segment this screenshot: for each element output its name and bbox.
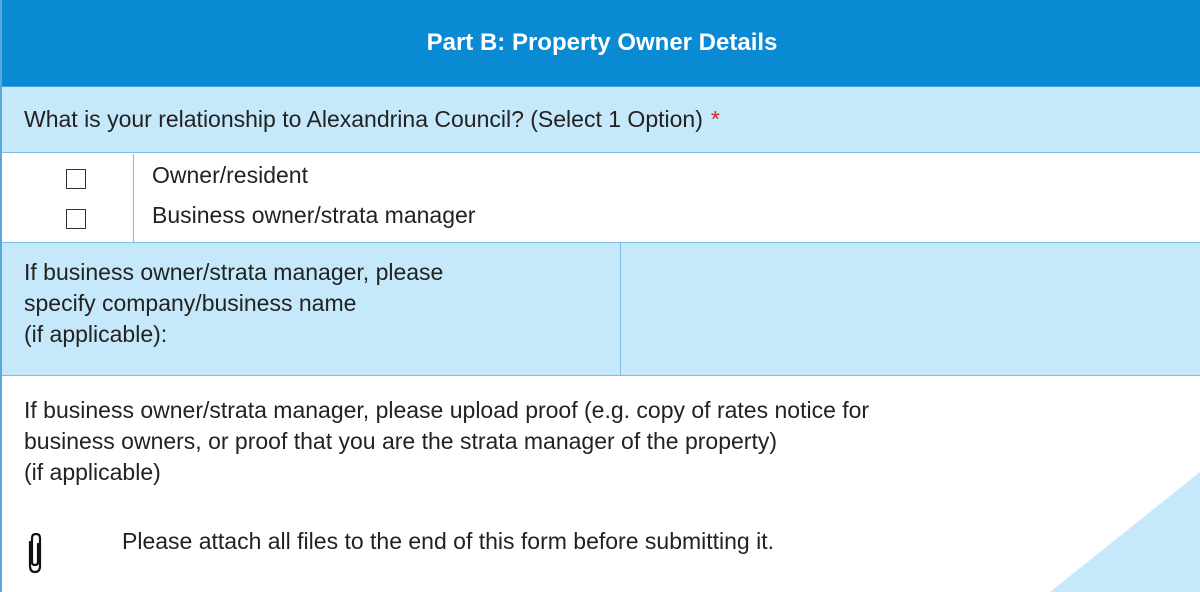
required-asterisk: * — [710, 106, 720, 132]
business-owner-checkbox[interactable] — [66, 209, 86, 229]
company-label-line3: (if applicable): — [24, 321, 168, 347]
owner-resident-label: Owner/resident — [152, 162, 308, 188]
section-header: Part B: Property Owner Details — [2, 0, 1200, 87]
company-label-line2: specify company/business name — [24, 290, 357, 316]
property-owner-form: Part B: Property Owner Details What is y… — [0, 0, 1200, 592]
owner-resident-checkbox[interactable] — [66, 169, 86, 189]
upload-line1: If business owner/strata manager, please… — [24, 397, 870, 423]
attachment-note-text: Please attach all files to the end of th… — [122, 528, 775, 554]
company-name-row: If business owner/strata manager, please… — [2, 243, 1200, 376]
upload-line2: business owners, or proof that you are t… — [24, 428, 778, 454]
company-name-label: If business owner/strata manager, please… — [24, 257, 614, 350]
business-owner-label: Business owner/strata manager — [152, 202, 476, 228]
relationship-question: What is your relationship to Alexandrina… — [2, 87, 1200, 153]
paperclip-icon — [28, 532, 42, 574]
question-text: What is your relationship to Alexandrina… — [24, 106, 703, 132]
company-label-line1: If business owner/strata manager, please — [24, 259, 444, 285]
checkbox-column — [2, 154, 134, 242]
section-title: Part B: Property Owner Details — [426, 29, 778, 56]
company-name-input[interactable] — [620, 243, 1200, 375]
upload-instructions: If business owner/strata manager, please… — [24, 395, 1174, 488]
decorative-corner — [1050, 472, 1200, 592]
attachment-note: Please attach all files to the end of th… — [22, 528, 1022, 578]
upload-line3: (if applicable) — [24, 459, 161, 485]
